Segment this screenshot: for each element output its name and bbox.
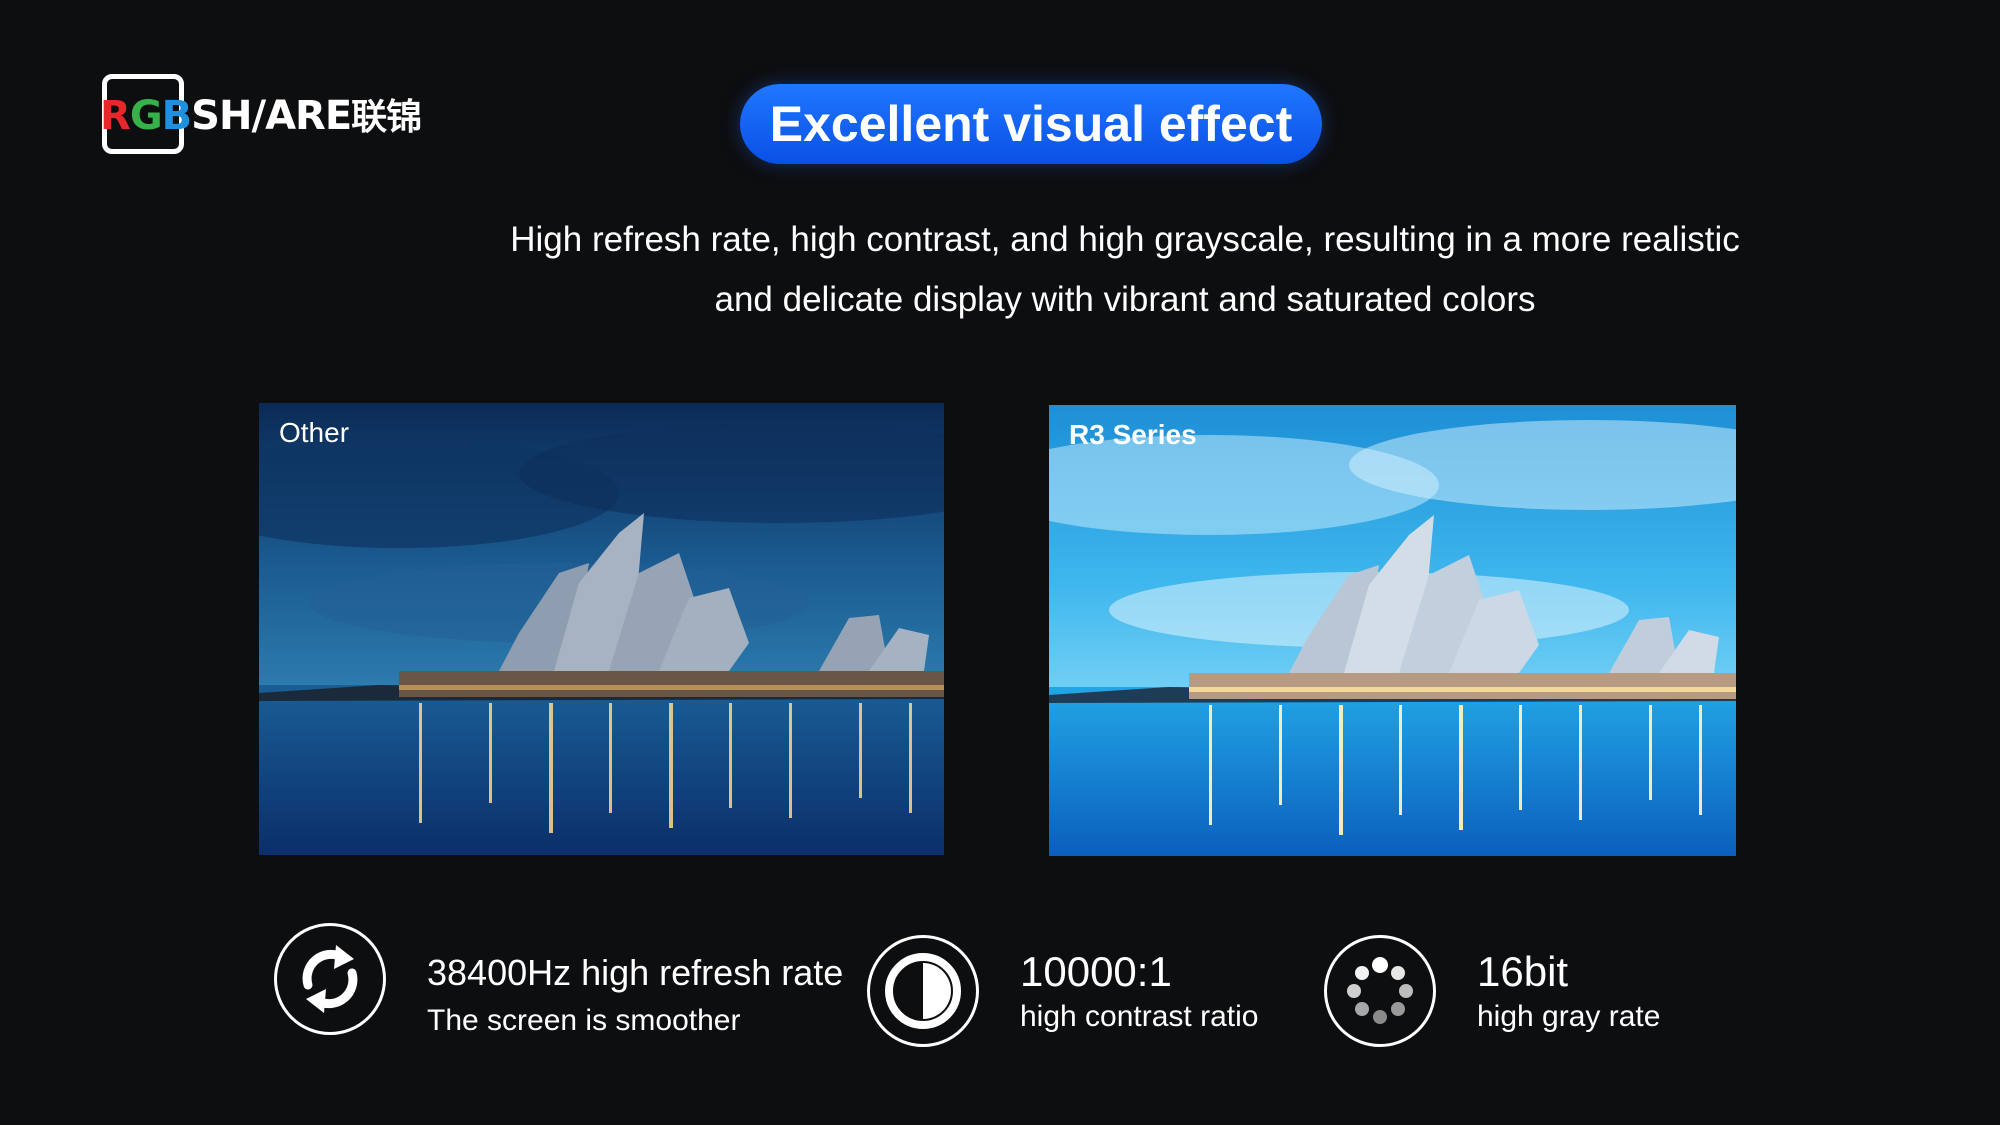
- intro-text: High refresh rate, high contrast, and hi…: [400, 210, 1850, 330]
- photo-label-other: Other: [279, 417, 350, 448]
- brand-logo: RGBSH/ARE联锦: [100, 72, 470, 160]
- logo-letter-b: B: [161, 93, 192, 139]
- feature-gray-title: 16bit: [1477, 948, 1569, 995]
- contrast-half-circle-icon: [867, 935, 979, 1047]
- logo-letter-r: R: [100, 93, 131, 139]
- feature-refresh-desc: The screen is smoother: [427, 1004, 741, 1037]
- feature-gray-desc: high gray rate: [1477, 1000, 1661, 1033]
- logo-letters-are: ARE: [265, 93, 352, 139]
- title-pill: Excellent visual effect: [740, 84, 1322, 164]
- page-title: Excellent visual effect: [769, 96, 1293, 152]
- feature-refresh-title: 38400Hz high refresh rate: [427, 952, 844, 993]
- photo-r3-series: R3 Series: [1049, 405, 1736, 856]
- logo-letters-sh: SH: [191, 93, 252, 139]
- feature-contrast-desc: high contrast ratio: [1020, 1000, 1259, 1033]
- logo-letter-g: G: [129, 93, 163, 139]
- logo-wordmark: RGBSH/ARE联锦: [100, 92, 422, 140]
- intro-line-2: and delicate display with vibrant and sa…: [714, 280, 1536, 319]
- logo-slash: /: [251, 93, 266, 139]
- opera-house-dark-image: [259, 403, 944, 855]
- intro-line-1: High refresh rate, high contrast, and hi…: [510, 220, 1740, 259]
- refresh-arrows-icon: [274, 923, 386, 1035]
- photo-other: Other: [259, 403, 944, 855]
- feature-contrast-title: 10000:1: [1020, 948, 1172, 995]
- photo-label-r3-series: R3 Series: [1069, 419, 1197, 450]
- grayscale-dots-icon: [1324, 935, 1436, 1047]
- opera-house-bright-image: [1049, 405, 1736, 856]
- logo-chinese: 联锦: [351, 97, 422, 138]
